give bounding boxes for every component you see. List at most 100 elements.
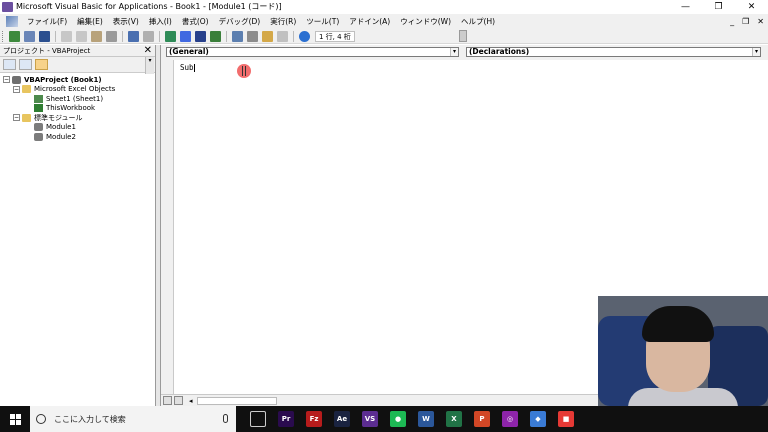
cut-icon[interactable] (61, 30, 72, 42)
taskbar-search[interactable]: ここに入力して検索 (30, 406, 236, 432)
tree-item-vbaproject[interactable]: − VBAProject (Book1) (0, 75, 156, 85)
taskbar-app-icon[interactable]: Ae (334, 411, 350, 427)
project-explorer-close-icon[interactable]: ✕ (144, 45, 152, 56)
restore-button[interactable]: ❐ (702, 0, 735, 13)
menu-tools[interactable]: ツール(T) (301, 16, 344, 27)
taskbar-app-icon[interactable]: P (474, 411, 490, 427)
webcam-overlay (598, 296, 768, 406)
pause-icon[interactable] (180, 30, 191, 42)
chevron-down-icon[interactable]: ▾ (450, 48, 458, 56)
taskbar-app-icon[interactable]: ● (390, 411, 406, 427)
toolbox-icon[interactable] (277, 30, 288, 42)
toolbar-grip[interactable] (2, 30, 5, 42)
mdi-minimize-button[interactable]: _ (730, 17, 734, 26)
properties-icon[interactable] (247, 30, 258, 42)
copy-icon[interactable] (76, 30, 87, 42)
menu-file[interactable]: ファイル(F) (22, 16, 72, 27)
minimize-button[interactable]: — (669, 0, 702, 13)
procedure-view-icon[interactable] (163, 396, 172, 405)
toolbar-separator (122, 30, 123, 42)
search-icon (36, 414, 46, 424)
full-module-view-icon[interactable] (174, 396, 183, 405)
tree-item-sheet1[interactable]: Sheet1 (Sheet1) (0, 94, 156, 104)
tree-label: Module2 (46, 132, 76, 141)
taskbar-app-icon[interactable]: ■ (558, 411, 574, 427)
collapse-toggle-icon[interactable]: − (13, 114, 20, 122)
stop-icon[interactable] (195, 30, 206, 42)
undo-icon[interactable] (128, 30, 139, 42)
windows-logo-icon (9, 413, 21, 425)
scroll-left-arrow[interactable]: ◂ (189, 397, 193, 405)
code-line-text: Sub (180, 63, 194, 72)
help-icon[interactable] (299, 30, 310, 42)
tree-item-standard-modules[interactable]: − 標準モジュール (0, 113, 156, 123)
find-icon[interactable] (106, 30, 117, 42)
collapse-toggle-icon[interactable]: − (3, 76, 10, 84)
mdi-close-button[interactable]: ✕ (757, 17, 764, 26)
procedure-combo[interactable]: (Declarations) ▾ (466, 47, 761, 57)
microphone-icon[interactable] (223, 414, 228, 423)
menu-debug[interactable]: デバッグ(D) (214, 16, 266, 27)
mdi-restore-button[interactable]: ❐ (742, 17, 749, 26)
view-excel-icon[interactable] (9, 30, 20, 42)
chevron-down-icon[interactable]: ▾ (752, 48, 760, 56)
vba-project-icon (12, 75, 21, 84)
taskbar-app-icon[interactable]: Fz (306, 411, 322, 427)
tree-item-thisworkbook[interactable]: ThisWorkbook (0, 104, 156, 114)
design-mode-icon[interactable] (210, 30, 221, 42)
menu-format[interactable]: 書式(O) (177, 16, 214, 27)
project-explorer-icon[interactable] (232, 30, 243, 42)
menu-view[interactable]: 表示(V) (108, 16, 144, 27)
module-icon (34, 132, 43, 141)
paste-icon[interactable] (91, 30, 102, 42)
collapse-toggle-icon[interactable]: − (13, 85, 20, 93)
tree-item-excel-objects[interactable]: − Microsoft Excel Objects (0, 85, 156, 95)
project-explorer-title: プロジェクト - VBAProject (3, 46, 91, 55)
toggle-folders-icon[interactable] (35, 59, 48, 70)
tree-label: Microsoft Excel Objects (34, 85, 116, 94)
run-icon[interactable] (165, 30, 176, 42)
workbook-icon (34, 104, 43, 113)
tree-label: ThisWorkbook (46, 104, 96, 113)
excel-view-icon[interactable] (6, 16, 18, 27)
code-line[interactable]: Sub (180, 63, 195, 72)
object-combo[interactable]: (General) ▾ (166, 47, 459, 57)
insert-module-icon[interactable] (24, 30, 35, 42)
toolbar-separator (159, 30, 160, 42)
task-view-icon[interactable] (250, 411, 266, 427)
redo-icon[interactable] (143, 30, 154, 42)
tree-label: Module1 (46, 123, 76, 132)
save-icon[interactable] (39, 30, 50, 42)
view-code-icon[interactable] (3, 59, 16, 70)
code-margin-indicator-bar[interactable] (161, 60, 174, 394)
scroll-thumb[interactable] (196, 396, 277, 405)
toolbar-separator (55, 30, 56, 42)
menu-insert[interactable]: 挿入(I) (144, 16, 177, 27)
menu-run[interactable]: 実行(R) (265, 16, 301, 27)
menu-help[interactable]: ヘルプ(H) (456, 16, 500, 27)
taskbar-app-icon[interactable]: VS (362, 411, 378, 427)
project-explorer-scroll-arrow[interactable]: ▾ (145, 57, 154, 74)
folder-icon (22, 85, 31, 94)
menu-window[interactable]: ウィンドウ(W) (395, 16, 456, 27)
tree-label: VBAProject (Book1) (24, 75, 102, 84)
title-bar: Microsoft Visual Basic for Applications … (0, 0, 768, 13)
cursor-position-status: 1 行, 4 桁 (315, 30, 355, 42)
view-object-icon[interactable] (19, 59, 32, 70)
toolbar-options-icon[interactable] (458, 30, 467, 42)
windows-taskbar: ここに入力して検索 Pr Fz Ae VS ● W X P ◎ ◆ ■ (0, 406, 768, 432)
object-browser-icon[interactable] (262, 30, 273, 42)
taskbar-app-icon[interactable]: ◆ (530, 411, 546, 427)
code-combo-row: (General) ▾ (Declarations) ▾ (161, 45, 768, 60)
menu-edit[interactable]: 編集(E) (72, 16, 108, 27)
menu-addins[interactable]: アドイン(A) (344, 16, 395, 27)
taskbar-app-icon[interactable]: W (418, 411, 434, 427)
taskbar-app-icon[interactable]: ◎ (502, 411, 518, 427)
taskbar-app-icon[interactable]: Pr (278, 411, 294, 427)
start-button[interactable] (0, 406, 30, 432)
procedure-combo-value: (Declarations) (469, 47, 530, 56)
tree-item-module2[interactable]: Module2 (0, 132, 156, 142)
tree-item-module1[interactable]: Module1 (0, 123, 156, 133)
taskbar-app-icon[interactable]: X (446, 411, 462, 427)
close-button[interactable]: ✕ (735, 0, 768, 13)
